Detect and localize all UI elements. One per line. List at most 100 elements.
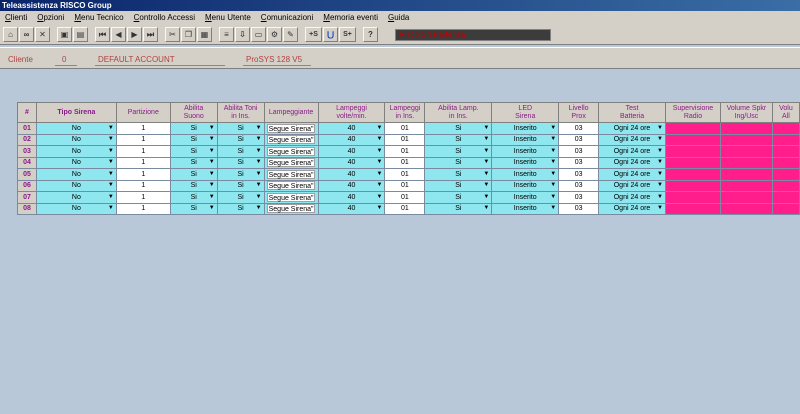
u-icon[interactable]: ⋃ <box>323 27 338 42</box>
abilita-toni-select[interactable]: Si ▼ <box>216 122 265 135</box>
chevron-down-icon[interactable]: ▼ <box>550 147 556 156</box>
dropdown[interactable]: Inserito ▼ <box>493 204 557 213</box>
cut-icon[interactable]: ✂ <box>165 27 180 42</box>
test-batteria-select[interactable]: Ogni 24 ore ▼ <box>598 133 666 146</box>
abilita-toni-select[interactable]: Si ▼ <box>216 179 265 192</box>
chevron-down-icon[interactable]: ▼ <box>256 147 262 156</box>
volume-spkr-cell[interactable] <box>719 191 773 204</box>
abilita-toni-select[interactable]: Si ▼ <box>216 202 265 215</box>
abilita-lamp-select[interactable]: Si ▼ <box>424 202 493 215</box>
text-box[interactable]: Segue Sirena" <box>267 169 315 179</box>
abilita-suono-select[interactable]: Si ▼ <box>169 202 218 215</box>
dropdown[interactable]: No ▼ <box>38 124 115 133</box>
lampeggi-volte-select[interactable]: 40 ▼ <box>317 191 386 204</box>
lampeggi-ins-field[interactable]: 01 <box>384 145 426 158</box>
chevron-down-icon[interactable]: ▼ <box>108 170 114 179</box>
abilita-suono-select[interactable]: Si ▼ <box>169 122 218 135</box>
first-record-icon[interactable]: ⏮ <box>95 27 110 42</box>
dropdown[interactable]: Si ▼ <box>172 147 216 156</box>
dropdown[interactable]: 40 ▼ <box>320 204 384 213</box>
test-batteria-select[interactable]: Ogni 24 ore ▼ <box>598 122 666 135</box>
livello-prox-field[interactable]: 03 <box>558 191 600 204</box>
chevron-down-icon[interactable]: ▼ <box>376 135 382 144</box>
volume-spkr-cell[interactable] <box>719 202 773 215</box>
volume-spkr-cell[interactable] <box>719 168 773 181</box>
menu-clienti[interactable]: Clienti <box>0 11 32 25</box>
chevron-down-icon[interactable]: ▼ <box>376 204 382 213</box>
chevron-down-icon[interactable]: ▼ <box>376 124 382 133</box>
tipo-sirena-select[interactable]: No ▼ <box>35 122 117 135</box>
text-box[interactable]: Segue Sirena" <box>267 158 315 168</box>
print-icon[interactable]: ▤ <box>73 27 88 42</box>
dropdown[interactable]: No ▼ <box>38 204 115 213</box>
chevron-down-icon[interactable]: ▼ <box>256 170 262 179</box>
chevron-down-icon[interactable]: ▼ <box>209 135 215 144</box>
tipo-sirena-select[interactable]: No ▼ <box>35 145 117 158</box>
abilita-toni-select[interactable]: Si ▼ <box>216 133 265 146</box>
abilita-suono-select[interactable]: Si ▼ <box>169 179 218 192</box>
dropdown[interactable]: Si ▼ <box>219 181 263 190</box>
led-sirena-select[interactable]: Inserito ▼ <box>491 168 560 181</box>
tipo-sirena-select[interactable]: No ▼ <box>35 133 117 146</box>
supervisione-radio-cell[interactable] <box>664 191 721 204</box>
last-record-icon[interactable]: ⏭ <box>143 27 158 42</box>
test-batteria-select[interactable]: Ogni 24 ore ▼ <box>598 156 666 169</box>
chevron-down-icon[interactable]: ▼ <box>209 124 215 133</box>
supervisione-radio-cell[interactable] <box>664 179 721 192</box>
volume-spkr-cell[interactable] <box>719 133 773 146</box>
livello-prox-field[interactable]: 03 <box>558 133 600 146</box>
partizione-field[interactable]: 1 <box>115 179 171 192</box>
dropdown[interactable]: Si ▼ <box>172 170 216 179</box>
dropdown[interactable]: Si ▼ <box>219 135 263 144</box>
abilita-suono-select[interactable]: Si ▼ <box>169 156 218 169</box>
supervisione-radio-cell[interactable] <box>664 122 721 135</box>
abilita-suono-select[interactable]: Si ▼ <box>169 133 218 146</box>
text-box[interactable]: Segue Sirena" <box>267 135 315 145</box>
dropdown[interactable]: No ▼ <box>38 135 115 144</box>
lampeggiante-field[interactable]: Segue Sirena" <box>263 145 319 158</box>
dropdown[interactable]: No ▼ <box>38 181 115 190</box>
menu-comunicazioni[interactable]: Comunicazioni <box>256 11 318 25</box>
lampeggiante-field[interactable]: Segue Sirena" <box>263 179 319 192</box>
stack-icon[interactable]: ≡ <box>219 27 234 42</box>
livello-prox-field[interactable]: 03 <box>558 179 600 192</box>
dropdown[interactable]: Si ▼ <box>426 181 490 190</box>
dropdown[interactable]: Si ▼ <box>219 158 263 167</box>
chevron-down-icon[interactable]: ▼ <box>376 181 382 190</box>
dropdown[interactable]: Inserito ▼ <box>493 147 557 156</box>
tipo-sirena-select[interactable]: No ▼ <box>35 202 117 215</box>
lampeggi-volte-select[interactable]: 40 ▼ <box>317 168 386 181</box>
dropdown[interactable]: Si ▼ <box>219 204 263 213</box>
chevron-down-icon[interactable]: ▼ <box>657 135 663 144</box>
lampeggiante-field[interactable]: Segue Sirena" <box>263 122 319 135</box>
abilita-toni-select[interactable]: Si ▼ <box>216 168 265 181</box>
chevron-down-icon[interactable]: ▼ <box>376 158 382 167</box>
livello-prox-field[interactable]: 03 <box>558 156 600 169</box>
chevron-down-icon[interactable]: ▼ <box>657 170 663 179</box>
dropdown[interactable]: Inserito ▼ <box>493 181 557 190</box>
dropdown[interactable]: 40 ▼ <box>320 193 384 202</box>
abilita-lamp-select[interactable]: Si ▼ <box>424 145 493 158</box>
volume-all-cell[interactable] <box>771 156 800 169</box>
abilita-lamp-select[interactable]: Si ▼ <box>424 122 493 135</box>
volume-spkr-cell[interactable] <box>719 122 773 135</box>
menu-memoria-eventi[interactable]: Memoria eventi <box>318 11 383 25</box>
text-box[interactable]: Segue Sirena" <box>267 123 315 133</box>
home-icon[interactable]: ⌂ <box>3 27 18 42</box>
dropdown[interactable]: Ogni 24 ore ▼ <box>600 193 664 202</box>
partizione-field[interactable]: 1 <box>115 145 171 158</box>
abilita-toni-select[interactable]: Si ▼ <box>216 156 265 169</box>
dropdown[interactable]: Inserito ▼ <box>493 193 557 202</box>
dropdown[interactable]: Si ▼ <box>172 135 216 144</box>
dropdown[interactable]: 40 ▼ <box>320 124 384 133</box>
dropdown[interactable]: Si ▼ <box>172 181 216 190</box>
computer-icon[interactable]: ▭ <box>251 27 266 42</box>
partizione-field[interactable]: 1 <box>115 202 171 215</box>
led-sirena-select[interactable]: Inserito ▼ <box>491 191 560 204</box>
chevron-down-icon[interactable]: ▼ <box>483 147 489 156</box>
chevron-down-icon[interactable]: ▼ <box>550 124 556 133</box>
menu-opzioni[interactable]: Opzioni <box>32 11 69 25</box>
dropdown[interactable]: Ogni 24 ore ▼ <box>600 124 664 133</box>
chevron-down-icon[interactable]: ▼ <box>483 204 489 213</box>
supervisione-radio-cell[interactable] <box>664 168 721 181</box>
